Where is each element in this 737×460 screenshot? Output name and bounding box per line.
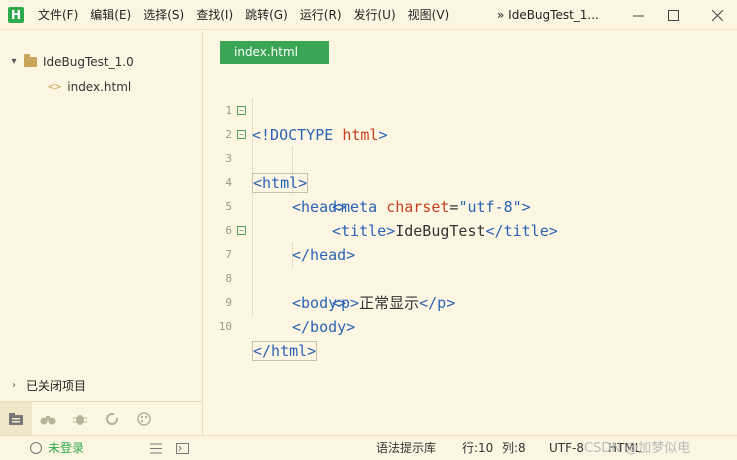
minimize-button[interactable] xyxy=(621,0,655,30)
file-tree-item[interactable]: <> index.html xyxy=(48,76,131,98)
project-tree-item[interactable]: ▾ IdeBugTest_1.0 xyxy=(8,51,134,73)
code-editor[interactable]: 1 <!DOCTYPE html> 2 − <html> 3 − <head> … xyxy=(204,75,737,435)
minimize-icon xyxy=(632,15,644,16)
menu-goto[interactable]: 跳转(G) xyxy=(239,0,294,30)
menu-file[interactable]: 文件(F) xyxy=(32,0,84,30)
user-icon xyxy=(30,441,42,454)
refresh-icon xyxy=(106,412,119,425)
code-line: 9 </body> xyxy=(204,267,737,336)
line-number: 10 xyxy=(218,320,232,333)
tab-index-html[interactable]: index.html xyxy=(220,41,329,64)
chevron-down-icon[interactable]: ▾ xyxy=(8,51,20,73)
fold-minus-icon[interactable]: − xyxy=(237,226,246,235)
code-line: 10 </html> xyxy=(204,291,737,361)
login-label: 未登录 xyxy=(48,441,85,455)
close-button[interactable] xyxy=(700,0,734,30)
code-token: </html> xyxy=(252,341,318,361)
menu-find[interactable]: 查找(I) xyxy=(190,0,239,30)
terminal-icon xyxy=(176,443,189,454)
palette-icon xyxy=(137,411,151,426)
close-icon xyxy=(711,9,723,21)
fold-minus-icon[interactable]: − xyxy=(237,130,246,139)
code-line: 7 − <body> xyxy=(204,219,737,312)
status-bar: 未登录 语法提示库 行:10 列:8 UTF-8 HTML CSDN @加梦似电 xyxy=(0,435,737,460)
menu-edit[interactable]: 编辑(E) xyxy=(84,0,137,30)
maximize-button[interactable] xyxy=(656,0,690,30)
hbuilder-logo-icon: H xyxy=(8,6,24,23)
closed-projects-toggle[interactable]: › 已关闭项目 xyxy=(0,375,202,397)
code-line: 2 − <html> xyxy=(204,99,737,193)
syntax-library-button[interactable]: 语法提示库 xyxy=(376,436,436,460)
login-status[interactable]: 未登录 xyxy=(30,436,84,460)
folder-tool-icon xyxy=(9,412,23,425)
fold-minus-icon[interactable]: − xyxy=(237,106,246,115)
code-line: 5 <title>IdeBugTest</title> xyxy=(204,171,737,240)
code-line: 3 − <head> xyxy=(204,123,737,216)
menu-select[interactable]: 选择(S) xyxy=(137,0,190,30)
list-icon xyxy=(150,443,162,454)
project-manager-button[interactable] xyxy=(0,401,32,436)
menu-run[interactable]: 运行(R) xyxy=(294,0,348,30)
chevron-right-icon[interactable]: › xyxy=(8,375,20,397)
code-line: 6 </head> xyxy=(204,195,737,264)
code-token: </body> xyxy=(292,318,356,336)
debug-button[interactable] xyxy=(64,402,96,436)
file-name: index.html xyxy=(67,80,132,94)
folder-icon xyxy=(24,54,37,67)
code-line: 4 <meta charset="utf-8"> xyxy=(204,147,737,216)
maximize-icon xyxy=(667,9,679,21)
binoculars-icon xyxy=(40,415,56,424)
cursor-row: 行:10 xyxy=(462,441,494,455)
code-line: 8 <p>正常显示</p> xyxy=(204,243,737,312)
html-file-icon: <> xyxy=(48,80,62,93)
sidebar-toolbar xyxy=(0,401,202,436)
menu-publish[interactable]: 发行(U) xyxy=(348,0,402,30)
project-sidebar: ▾ IdeBugTest_1.0 <> index.html › 已关闭项目 xyxy=(0,31,203,436)
menu-view[interactable]: 视图(V) xyxy=(402,0,456,30)
watermark: CSDN @加梦似电 xyxy=(584,441,691,456)
project-name: IdeBugTest_1.0 xyxy=(43,55,134,69)
theme-button[interactable] xyxy=(128,402,160,436)
code-line: 1 <!DOCTYPE html> xyxy=(204,75,737,144)
closed-projects-label: 已关闭项目 xyxy=(26,379,87,393)
outline-button[interactable] xyxy=(150,436,162,460)
menu-bar: 文件(F) 编辑(E) 选择(S) 查找(I) 跳转(G) 运行(R) 发行(U… xyxy=(32,0,455,30)
window-title: » IdeBugTest_1... xyxy=(497,8,599,22)
git-button[interactable] xyxy=(96,402,128,436)
encoding-selector[interactable]: UTF-8 xyxy=(549,436,584,460)
cursor-col: 列:8 xyxy=(502,441,526,455)
bug-icon xyxy=(73,414,87,425)
title-bar: H 文件(F) 编辑(E) 选择(S) 查找(I) 跳转(G) 运行(R) 发行… xyxy=(0,0,737,30)
binoculars-button[interactable] xyxy=(32,402,64,436)
terminal-button[interactable] xyxy=(176,436,189,460)
